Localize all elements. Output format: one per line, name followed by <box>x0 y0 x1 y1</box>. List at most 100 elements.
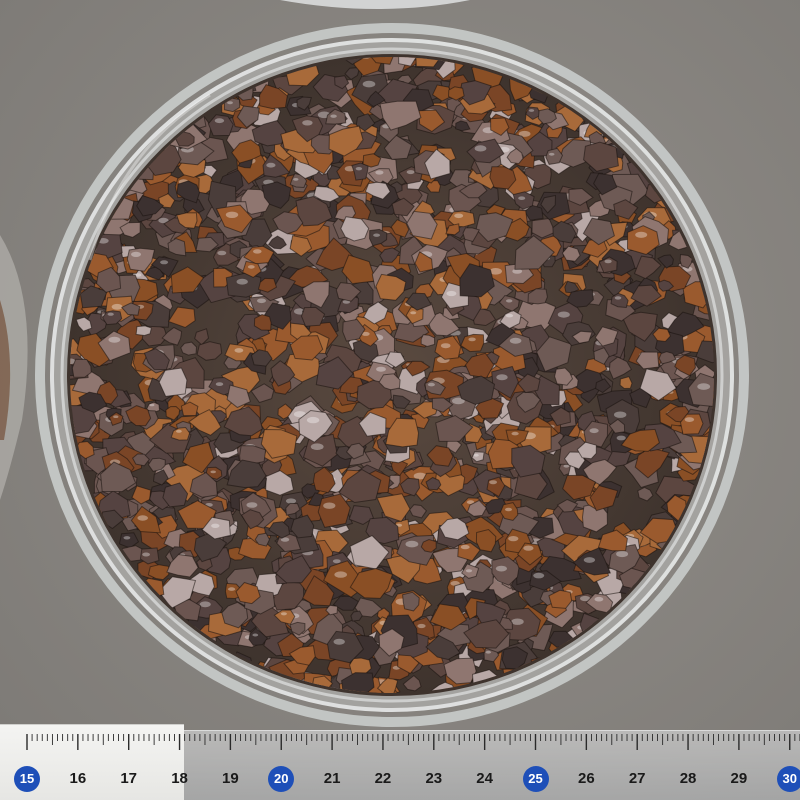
stone-highlight <box>176 429 182 433</box>
stone-highlight <box>131 251 141 257</box>
ruler-number-24: 24 <box>476 770 493 787</box>
stone-highlight <box>616 550 629 558</box>
stone-highlight <box>635 231 648 238</box>
ruler-number-29: 29 <box>730 770 748 787</box>
stone-highlight <box>506 299 513 303</box>
stone <box>225 272 262 298</box>
ruler-number-26: 26 <box>578 770 595 787</box>
stone-highlight <box>333 638 345 645</box>
ruler-number-30: 30 <box>776 766 800 792</box>
stone-highlight <box>485 650 491 654</box>
stone-highlight <box>149 403 155 407</box>
stone-highlight <box>589 428 599 434</box>
stone <box>135 325 152 337</box>
ruler-number-19: 19 <box>222 770 239 787</box>
stone-highlight <box>214 118 225 124</box>
stone-highlight <box>211 523 220 528</box>
stone-highlight <box>427 382 435 387</box>
stone-highlight <box>227 101 233 105</box>
stone-highlight <box>234 348 244 353</box>
stone-highlight <box>236 278 248 285</box>
stone-highlight <box>496 374 508 381</box>
stone-highlight <box>614 296 622 300</box>
stone-highlight <box>323 502 336 509</box>
stone-highlight <box>511 431 519 436</box>
stone-highlight <box>616 435 626 441</box>
stone-highlight <box>210 470 216 474</box>
ruler-number-27: 27 <box>628 770 646 787</box>
stone-highlight <box>495 565 507 572</box>
ruler-number-28: 28 <box>679 770 697 787</box>
stone-highlight <box>113 415 119 419</box>
stone-highlight <box>684 417 695 422</box>
stone-highlight <box>473 453 479 457</box>
stone-highlight <box>454 213 464 219</box>
stone-highlight <box>440 343 451 349</box>
stone-highlight <box>306 416 320 424</box>
stone-highlight <box>108 336 121 343</box>
stone-highlight <box>332 559 341 564</box>
ruler-number-23: 23 <box>425 770 443 787</box>
stone-highlight <box>228 587 236 591</box>
stone-highlight <box>310 443 324 451</box>
stone-highlight <box>417 623 426 629</box>
stone-highlight <box>375 170 384 175</box>
stone-highlight <box>252 633 259 637</box>
stone-highlight <box>142 552 151 557</box>
stone-highlight <box>523 545 534 551</box>
stone-highlight <box>247 265 255 269</box>
ruler-number-18: 18 <box>171 770 188 787</box>
stone-highlight <box>557 311 570 318</box>
stone <box>619 376 633 390</box>
stone-highlight <box>160 260 169 265</box>
stone-highlight <box>334 571 348 578</box>
photo-scene <box>0 0 800 800</box>
measuring-ruler: 15 16 17 18 19 20 21 22 23 24 25 26 27 28 29 30 <box>0 724 800 800</box>
stone-highlight <box>373 233 380 237</box>
stone <box>420 334 436 348</box>
stone-highlight <box>293 178 299 181</box>
stone-highlight <box>468 337 476 342</box>
stone-highlight <box>528 109 535 112</box>
stone-highlight <box>460 544 470 550</box>
stone-highlight <box>302 120 313 126</box>
stone-highlight <box>111 303 123 310</box>
stone-highlight <box>489 480 497 485</box>
stone-highlight <box>410 311 417 315</box>
ruler-number-16: 16 <box>69 770 87 787</box>
stone-highlight <box>225 211 239 218</box>
stone-highlight <box>107 312 114 316</box>
stone-highlight <box>406 170 415 175</box>
stone-highlight <box>474 145 487 152</box>
ruler-number-22: 22 <box>374 770 392 787</box>
stone <box>71 358 92 378</box>
stone-highlight <box>511 618 524 625</box>
stone-highlight <box>257 298 266 304</box>
stone-highlight <box>446 290 457 297</box>
stone-highlight <box>594 596 604 602</box>
stone-highlight <box>199 601 211 608</box>
ruler-number-17: 17 <box>120 770 138 787</box>
stone-highlight <box>509 337 522 344</box>
stone-highlight <box>465 569 473 573</box>
stone-highlight <box>362 80 376 88</box>
stone-highlight <box>266 162 276 168</box>
stone-highlight <box>246 502 258 508</box>
stone-highlight <box>614 411 627 418</box>
stone-highlight <box>505 313 514 318</box>
stone-highlight <box>508 536 519 542</box>
stone-highlight <box>137 515 148 521</box>
stone-highlight <box>697 383 711 390</box>
stone-highlight <box>604 259 612 264</box>
ruler-number-25: 25 <box>522 766 549 792</box>
stone-highlight <box>505 507 512 512</box>
stone-highlight <box>285 498 297 504</box>
ruler-number-15: 15 <box>14 766 40 792</box>
stone-highlight <box>252 249 262 254</box>
stone-highlight <box>583 557 596 563</box>
stone-highlight <box>217 250 227 256</box>
ruler-number-21: 21 <box>323 770 341 787</box>
stone-highlight <box>330 114 337 118</box>
stone-highlight <box>355 167 363 171</box>
stone-highlight <box>376 366 386 372</box>
